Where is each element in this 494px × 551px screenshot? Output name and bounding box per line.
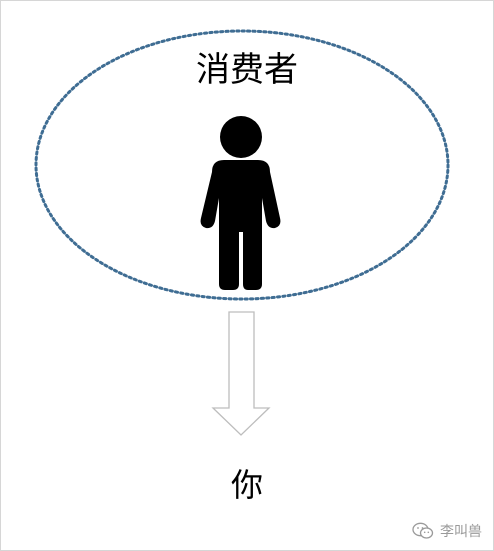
- person-icon: [200, 116, 281, 290]
- consumer-label: 消费者: [196, 50, 298, 90]
- you-label: 你: [230, 466, 263, 504]
- watermark: 李叫兽: [412, 521, 482, 541]
- down-arrow-icon: [211, 311, 271, 436]
- watermark-text: 李叫兽: [440, 524, 482, 540]
- wechat-icon: [412, 522, 434, 539]
